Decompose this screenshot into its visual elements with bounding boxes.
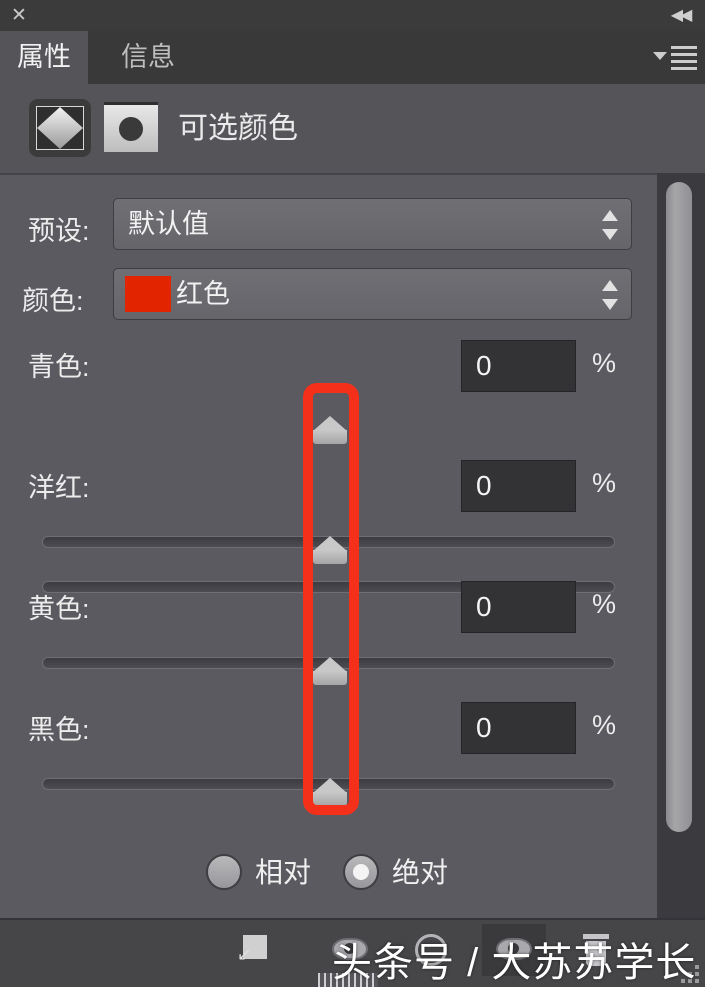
photoshop-properties-panel: ✕ ◀◀ 属性 信息 可选颜色 预设: 默认值 颜色: 红色 青色: 0 % 洋… bbox=[0, 0, 705, 987]
color-select[interactable]: 红色 bbox=[113, 268, 632, 320]
mask-dot-icon bbox=[119, 116, 143, 141]
panel-titlebar: ✕ ◀◀ bbox=[0, 0, 705, 32]
adjustment-header: 可选颜色 bbox=[0, 84, 705, 173]
resize-grip-icon[interactable] bbox=[673, 957, 699, 983]
method-radio-group: 相对 绝对 bbox=[0, 848, 705, 898]
clip-to-layer-icon[interactable]: ↙ bbox=[225, 924, 289, 976]
slider-input-yellow[interactable]: 0 bbox=[461, 581, 576, 633]
slider-input-black[interactable]: 0 bbox=[461, 702, 576, 754]
hamburger-bars-icon bbox=[671, 46, 697, 70]
slider-value-cyan: 0 bbox=[476, 350, 492, 381]
slider-thumb-cyan[interactable] bbox=[313, 416, 347, 444]
panel-content: 预设: 默认值 颜色: 红色 青色: 0 % 洋红: 0 % 黄色: 0 % 黑… bbox=[0, 173, 705, 918]
slider-label-yellow: 黄色: bbox=[28, 594, 90, 624]
color-spinner-icon[interactable] bbox=[602, 280, 618, 310]
tab-properties[interactable]: 属性 bbox=[0, 31, 88, 84]
slider-label-black: 黑色: bbox=[28, 715, 90, 745]
slider-thumb-yellow[interactable] bbox=[313, 657, 347, 685]
slider-input-cyan[interactable]: 0 bbox=[461, 340, 576, 392]
delete-adjustment-layer-icon[interactable] bbox=[565, 924, 629, 976]
close-icon[interactable]: ✕ bbox=[8, 4, 30, 26]
radio-label-relative[interactable]: 相对 bbox=[255, 851, 311, 891]
toggle-layer-visibility-eye-icon[interactable] bbox=[482, 924, 546, 976]
radio-relative[interactable] bbox=[206, 854, 242, 890]
color-swatch bbox=[125, 276, 171, 312]
chevron-down-icon bbox=[653, 52, 667, 60]
tab-info[interactable]: 信息 bbox=[104, 31, 192, 84]
slider-unit-magenta: % bbox=[592, 468, 617, 498]
layer-mask-thumbnail-icon[interactable] bbox=[104, 102, 158, 152]
panel-tabstrip: 属性 信息 bbox=[0, 31, 705, 84]
slider-value-yellow: 0 bbox=[476, 591, 492, 622]
page-title: 可选颜色 bbox=[178, 112, 298, 145]
radio-absolute[interactable] bbox=[343, 854, 379, 890]
bowtie-glyph-icon bbox=[36, 106, 84, 150]
panel-menu-hamburger-icon[interactable] bbox=[653, 43, 697, 73]
slider-unit-black: % bbox=[592, 710, 617, 740]
radio-label-absolute[interactable]: 绝对 bbox=[392, 851, 448, 891]
slider-thumb-magenta[interactable] bbox=[313, 536, 347, 564]
slider-input-magenta[interactable]: 0 bbox=[461, 460, 576, 512]
reset-adjustment-icon[interactable] bbox=[400, 924, 464, 976]
slider-label-cyan: 青色: bbox=[28, 352, 90, 382]
vertical-scrollbar[interactable] bbox=[657, 173, 705, 918]
preset-value: 默认值 bbox=[128, 209, 209, 239]
preset-spinner-icon[interactable] bbox=[602, 210, 618, 240]
scrollbar-thumb[interactable] bbox=[666, 182, 692, 832]
slider-thumb-black[interactable] bbox=[313, 778, 347, 806]
toolbar-hatch-decoration bbox=[318, 973, 378, 987]
preset-select[interactable]: 默认值 bbox=[113, 198, 632, 250]
color-value: 红色 bbox=[176, 279, 230, 309]
selective-color-adjustment-icon[interactable] bbox=[29, 99, 91, 157]
slider-value-black: 0 bbox=[476, 712, 492, 743]
slider-label-magenta: 洋红: bbox=[28, 473, 90, 503]
collapse-double-chevron-icon[interactable]: ◀◀ bbox=[665, 5, 695, 27]
slider-unit-yellow: % bbox=[592, 589, 617, 619]
color-label: 颜色: bbox=[22, 286, 84, 316]
view-previous-state-eye-icon[interactable] bbox=[318, 924, 382, 976]
slider-value-magenta: 0 bbox=[476, 470, 492, 501]
preset-label: 预设: bbox=[28, 216, 90, 246]
slider-unit-cyan: % bbox=[592, 348, 617, 378]
